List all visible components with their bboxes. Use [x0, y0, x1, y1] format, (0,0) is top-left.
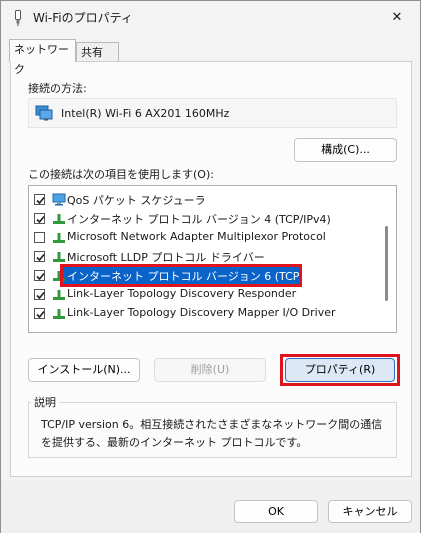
properties-window: Wi-Fiのプロパティ ✕ ネットワーク 共有 接続の方法: Intel(R) …	[0, 0, 421, 533]
item-label: Link-Layer Topology Discovery Responder	[67, 287, 297, 300]
list-scrollbar[interactable]	[385, 226, 388, 301]
network-adapter-icon	[35, 105, 53, 121]
list-item-multiplexor[interactable]: Microsoft Network Adapter Multiplexor Pr…	[28, 228, 380, 247]
checkbox-ipv6[interactable]	[34, 270, 45, 281]
highlight-box-properties	[280, 354, 400, 386]
tab-sharing[interactable]: 共有	[76, 42, 119, 62]
connect-using-label: 接続の方法:	[28, 82, 87, 95]
checkbox-ipv4[interactable]	[34, 213, 45, 224]
item-label: Microsoft LLDP プロトコル ドライバー	[67, 251, 265, 264]
checkbox-lldp[interactable]	[34, 251, 45, 262]
checkbox-lltd-mapper[interactable]	[34, 308, 45, 319]
close-icon: ✕	[391, 9, 403, 25]
description-legend: 説明	[34, 396, 56, 409]
list-item-qos[interactable]: QoS パケット スケジューラ	[28, 190, 380, 209]
adapter-field: Intel(R) Wi-Fi 6 AX201 160MHz	[28, 98, 397, 128]
close-button[interactable]: ✕	[374, 1, 420, 33]
item-label: Microsoft Network Adapter Multiplexor Pr…	[67, 230, 326, 243]
list-item-ipv4[interactable]: インターネット プロトコル バージョン 4 (TCP/IPv4)	[28, 209, 380, 228]
checkbox-multiplexor[interactable]	[34, 232, 45, 243]
cancel-button[interactable]: キャンセル	[328, 500, 412, 523]
wifi-adapter-icon	[13, 10, 23, 26]
item-label: インターネット プロトコル バージョン 4 (TCP/IPv4)	[67, 213, 331, 226]
checkbox-lltd-responder[interactable]	[34, 289, 45, 300]
list-item-lltd-responder[interactable]: Link-Layer Topology Discovery Responder	[28, 285, 380, 304]
tab-network[interactable]: ネットワーク	[9, 39, 76, 76]
adapter-name: Intel(R) Wi-Fi 6 AX201 160MHz	[61, 107, 230, 120]
install-button[interactable]: インストール(N)...	[28, 358, 140, 382]
title-bar: Wi-Fiのプロパティ ✕	[1, 1, 420, 33]
tab-sharing-label: 共有	[81, 46, 103, 59]
highlight-box-ipv6	[60, 264, 302, 287]
protocol-icon	[52, 288, 66, 301]
checkbox-qos[interactable]	[34, 194, 45, 205]
items-label: この接続は次の項目を使用します(O):	[28, 168, 214, 181]
configure-button[interactable]: 構成(C)...	[294, 138, 397, 162]
protocol-icon	[52, 307, 66, 320]
window-title: Wi-Fiのプロパティ	[33, 11, 133, 25]
protocol-icon	[52, 212, 66, 225]
dialog-footer: OK キャンセル	[1, 481, 420, 533]
uninstall-button[interactable]: 削除(U)	[154, 358, 266, 382]
qos-scheduler-icon	[52, 193, 66, 206]
description-text: TCP/IP version 6。相互接続されたさまざまなネットワーク間の通信を…	[41, 418, 383, 449]
protocol-icon	[52, 231, 66, 244]
description-group: 説明 TCP/IP version 6。相互接続されたさまざまなネットワーク間の…	[28, 394, 397, 458]
protocol-icon	[52, 250, 66, 263]
item-label: Link-Layer Topology Discovery Mapper I/O…	[67, 306, 336, 319]
ok-button[interactable]: OK	[234, 500, 318, 523]
item-label: QoS パケット スケジューラ	[67, 194, 206, 207]
list-item-lltd-mapper[interactable]: Link-Layer Topology Discovery Mapper I/O…	[28, 304, 380, 323]
